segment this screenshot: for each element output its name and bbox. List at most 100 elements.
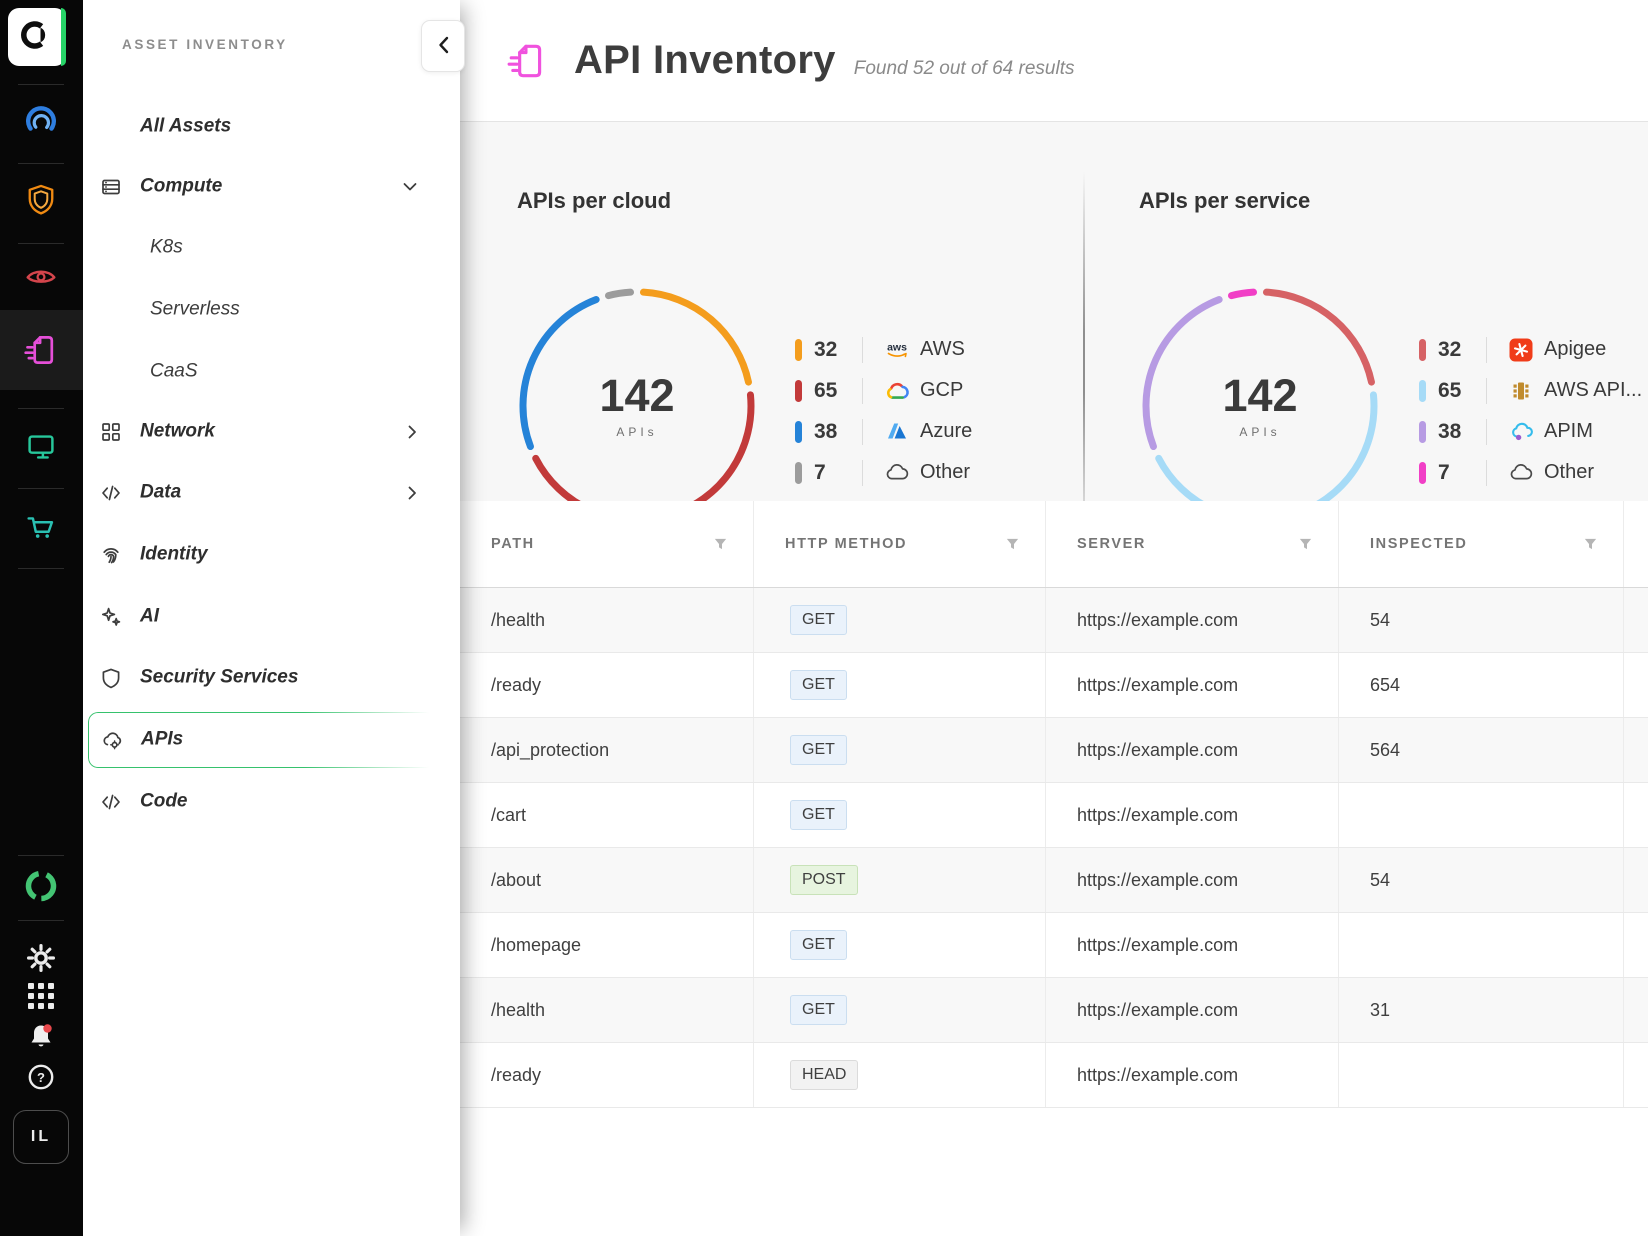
gauge-icon [22,102,60,140]
legend-separator [1486,378,1487,404]
sidebar-item-caas[interactable]: CaaS [83,344,453,400]
legend-row[interactable]: 38Azure [795,411,972,452]
table-row[interactable]: /readyGEThttps://example.com654 [460,653,1648,718]
filter-icon[interactable] [1005,537,1020,552]
table-row[interactable]: /healthGEThttps://example.com31 [460,978,1648,1043]
legend-label: Other [1544,461,1594,484]
donut-segment-aws[interactable] [643,292,748,382]
legend-row[interactable]: 32Apigee [1419,329,1642,370]
table-row[interactable]: /homepageGEThttps://example.com [460,913,1648,978]
sidebar-item-label: Data [140,482,181,504]
donut-chart-apis-per-cloud: 142 APIs [515,284,759,528]
sidebar-item-label: Identity [140,544,208,566]
legend-swatch [1419,380,1426,402]
rail-gear-button[interactable] [21,938,61,978]
legend-apis-per-cloud: 32awsAWS65GCP38Azure7Other [795,329,972,493]
sidebar-item-label: Code [140,791,188,813]
column-header-inspected[interactable]: INSPECTED [1339,501,1624,587]
rail-divider [18,163,64,164]
method-badge: GET [790,800,847,830]
legend-value: 7 [814,461,852,485]
aws-icon: aws [884,337,910,363]
donut-segment-azure[interactable] [523,300,596,447]
rail-bell-button[interactable] [21,1016,61,1056]
cell-server: https://example.com [1046,588,1339,652]
column-header-server[interactable]: SERVER [1046,501,1339,587]
cell-inspected: 54 [1339,848,1624,912]
column-header-label: SERVER [1077,536,1146,552]
legend-apis-per-service: 32Apigee65AWS API...38APIM7Other [1419,329,1642,493]
app-window: IL ? ASSET INVENTORY All AssetsComputeK8… [0,0,1648,1236]
rail-grid-button[interactable] [21,976,61,1016]
svg-text:aws: aws [887,341,907,353]
rail-orca-ring-button[interactable] [21,866,61,906]
method-badge: GET [790,735,847,765]
cell-http-method: HEAD [754,1043,1046,1107]
server-icon [100,176,122,198]
table-row[interactable]: /healthGEThttps://example.com54 [460,588,1648,653]
sidebar-item-data[interactable]: Data [83,465,453,521]
cell-server: https://example.com [1046,1043,1339,1107]
legend-label: Other [920,461,970,484]
sparkles-icon [100,606,122,628]
legend-separator [1486,460,1487,486]
column-header-http-method[interactable]: HTTP METHOD [754,501,1046,587]
legend-label: AWS API... [1544,379,1642,402]
donut-segment-apim[interactable] [1146,300,1219,447]
table-row[interactable]: /aboutPOSThttps://example.com54 [460,848,1648,913]
filter-icon[interactable] [1583,537,1598,552]
cell-http-method: GET [754,718,1046,782]
monitor-icon [22,428,60,466]
cell-server: https://example.com [1046,913,1339,977]
bell-icon [26,1021,56,1051]
rail-cart-button[interactable] [21,507,61,547]
cell-http-method: POST [754,848,1046,912]
help-icon: ? [26,1062,56,1092]
filter-icon[interactable] [713,537,728,552]
donut-segment-other[interactable] [1231,292,1253,295]
sidebar-collapse-button[interactable] [421,20,465,72]
legend-swatch [795,421,802,443]
donut-segment-apigee[interactable] [1266,292,1371,382]
legend-value: 32 [814,338,852,362]
svg-text:?: ? [37,1070,45,1085]
sidebar-item-apis[interactable]: APIs [88,712,436,768]
legend-row[interactable]: 7Other [1419,452,1642,493]
rail-api-doc-button[interactable] [21,330,61,370]
legend-row[interactable]: 65AWS API... [1419,370,1642,411]
sidebar-item-network[interactable]: Network [83,404,453,460]
column-header-label: PATH [491,536,535,552]
table-row[interactable]: /readyHEADhttps://example.com [460,1043,1648,1108]
sidebar-item-ai[interactable]: AI [83,589,453,645]
cell-spacer [1624,588,1648,652]
table-row[interactable]: /cartGEThttps://example.com [460,783,1648,848]
sidebar-item-label: Network [140,421,215,443]
sidebar-item-compute[interactable]: Compute [83,159,453,215]
sidebar-item-security-services[interactable]: Security Services [83,650,453,706]
column-header-path[interactable]: PATH [460,501,754,587]
donut-segment-other[interactable] [608,292,630,295]
rail-gauge-button[interactable] [21,101,61,141]
sidebar-item-identity[interactable]: Identity [83,527,453,583]
sidebar-item-serverless[interactable]: Serverless [83,282,453,338]
brand-logo[interactable] [8,8,66,66]
rail-shield-orange-button[interactable] [21,179,61,219]
sidebar-item-code[interactable]: Code [83,774,453,830]
legend-row[interactable]: 38APIM [1419,411,1642,452]
legend-row[interactable]: 32awsAWS [795,329,972,370]
rail-monitor-button[interactable] [21,427,61,467]
user-avatar[interactable]: IL [13,1110,69,1164]
network-icon [100,421,122,443]
filter-icon[interactable] [1298,537,1313,552]
rail-help-button[interactable]: ? [21,1057,61,1097]
sidebar-item-label: All Assets [140,116,231,138]
sidebar-item-all-assets[interactable]: All Assets [83,99,453,155]
rail-eye-button[interactable] [21,256,61,296]
cell-spacer [1624,718,1648,782]
rail-divider [18,408,64,409]
table-row[interactable]: /api_protectionGEThttps://example.com564 [460,718,1648,783]
legend-row[interactable]: 7 Other [795,452,972,493]
legend-row[interactable]: 65GCP [795,370,972,411]
method-badge: GET [790,605,847,635]
sidebar-item-k8s[interactable]: K8s [83,220,453,276]
